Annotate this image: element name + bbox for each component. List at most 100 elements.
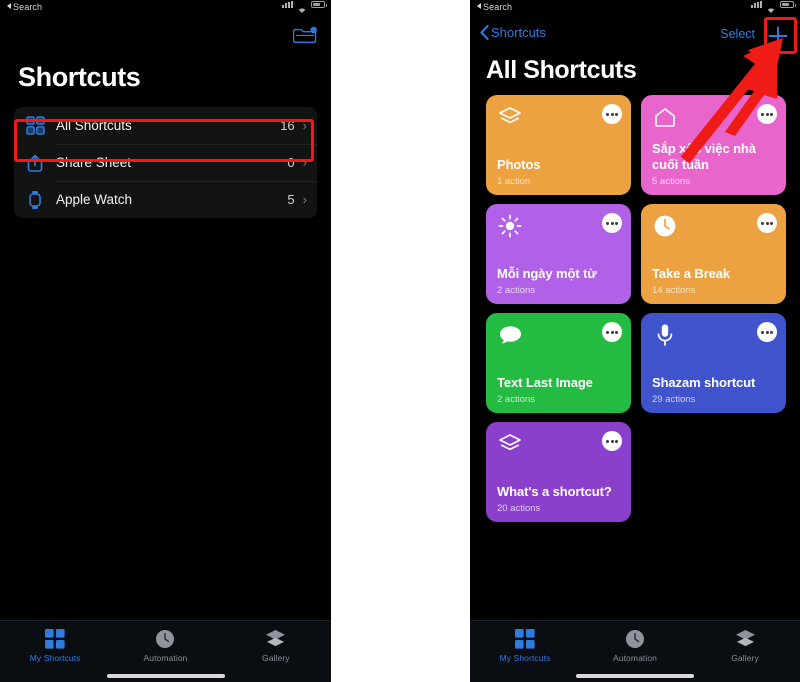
sidebar-item-share-sheet[interactable]: Share Sheet 0 › — [14, 144, 317, 181]
share-sheet-icon — [22, 150, 48, 176]
card-more-button[interactable] — [602, 431, 622, 451]
shortcuts-folder-list: All Shortcuts 16 › Share Sheet 0 › Apple… — [14, 107, 317, 218]
shortcut-card-subtitle: 14 actions — [652, 285, 696, 296]
battery-icon — [780, 1, 796, 8]
status-bar-right: Search — [470, 0, 800, 16]
home-indicator — [106, 674, 225, 678]
microphone-icon — [652, 322, 678, 348]
status-back-label: Search — [13, 2, 43, 12]
signal-icon — [751, 1, 762, 8]
right-page-title: All Shortcuts — [486, 56, 637, 84]
back-triangle-icon — [477, 3, 481, 9]
home-indicator — [576, 674, 694, 678]
shortcut-card-subtitle: 5 actions — [652, 176, 691, 187]
shortcut-card[interactable]: Shazam shortcut 29 actions — [641, 313, 786, 413]
wifi-icon — [298, 1, 306, 13]
status-bar-indicators — [751, 1, 796, 13]
sidebar-item-all-shortcuts[interactable]: All Shortcuts 16 › — [14, 107, 317, 144]
chevron-left-icon — [480, 25, 489, 40]
house-icon — [652, 104, 678, 130]
tab-label: Automation — [143, 653, 188, 663]
sidebar-item-label: Apple Watch — [56, 192, 133, 207]
right-tab-bar: My Shortcuts Automation Gallery — [470, 620, 800, 682]
tab-label: Automation — [613, 653, 657, 663]
card-more-button[interactable] — [602, 322, 622, 342]
sidebar-item-label: All Shortcuts — [56, 118, 132, 133]
layers-icon — [734, 628, 756, 649]
shortcut-card[interactable]: Sắp xếp việc nhà cuối tuần 5 actions — [641, 95, 786, 195]
tab-label: Gallery — [262, 653, 290, 663]
sidebar-item-label: Share Sheet — [56, 155, 132, 170]
card-more-button[interactable] — [757, 213, 777, 233]
card-more-button[interactable] — [602, 104, 622, 124]
grid-squares-icon — [44, 628, 66, 649]
folder-badge-icon[interactable] — [292, 25, 317, 45]
shortcut-card-subtitle: 2 actions — [497, 285, 536, 296]
card-more-button[interactable] — [757, 104, 777, 124]
sidebar-item-count: 0 — [287, 155, 295, 170]
shortcut-card-title: What's a shortcut? — [497, 484, 612, 499]
status-bar-back-to-search[interactable]: Search — [7, 2, 42, 12]
battery-icon — [311, 1, 327, 8]
shortcut-card-subtitle: 2 actions — [497, 394, 536, 405]
tab-automation[interactable]: Automation — [110, 628, 220, 663]
status-bar-back-to-search[interactable]: Search — [477, 2, 512, 12]
shortcut-card-title: Mỗi ngày một từ — [497, 266, 597, 281]
shortcut-card-title: Text Last Image — [497, 375, 593, 390]
right-nav-bar: Shortcuts Select — [470, 16, 800, 54]
shortcut-card-title: Sắp xếp việc nhà cuối tuần — [652, 141, 756, 172]
status-bar-left: Search — [0, 0, 331, 16]
shortcut-card-title: Take a Break — [652, 266, 731, 281]
shortcut-card-subtitle: 29 actions — [652, 394, 696, 405]
chevron-right-icon: › — [302, 155, 307, 170]
shortcut-card-title: Shazam shortcut — [652, 375, 756, 390]
sidebar-item-count: 16 — [280, 118, 295, 133]
tab-gallery[interactable]: Gallery — [690, 628, 800, 663]
tab-my-shortcuts[interactable]: My Shortcuts — [470, 628, 580, 663]
clock-icon — [624, 628, 646, 649]
apple-watch-icon — [22, 187, 48, 213]
grid-squares-icon — [514, 628, 536, 649]
back-button-shortcuts[interactable]: Shortcuts — [480, 25, 546, 40]
shortcut-card[interactable]: Take a Break 14 actions — [641, 204, 786, 304]
add-shortcut-button[interactable] — [764, 22, 792, 50]
sun-icon — [497, 213, 523, 239]
wifi-icon — [767, 1, 775, 13]
shortcut-card[interactable]: Mỗi ngày một từ 2 actions — [486, 204, 631, 304]
layers-icon — [497, 104, 523, 130]
tab-label: My Shortcuts — [29, 653, 81, 663]
tab-automation[interactable]: Automation — [580, 628, 690, 663]
card-more-button[interactable] — [757, 322, 777, 342]
clock-icon — [652, 213, 678, 239]
chevron-right-icon: › — [302, 118, 307, 133]
status-back-label: Search — [483, 2, 513, 12]
shortcuts-grid: Photos 1 action Sắp xếp việc nhà cuối tu… — [470, 85, 800, 522]
shortcut-card-subtitle: 20 actions — [497, 503, 541, 514]
card-more-button[interactable] — [602, 213, 622, 233]
shortcut-card-subtitle: 1 action — [497, 176, 531, 187]
left-page-title: Shortcuts — [18, 62, 141, 92]
layers-icon — [497, 431, 523, 457]
left-phone-screen: Search Shortcuts All Shortcuts 16 › Shar… — [0, 0, 331, 682]
shortcut-card[interactable]: Text Last Image 2 actions — [486, 313, 631, 413]
right-phone-screen: Search Shortcuts Select All Shortcuts Ph… — [470, 0, 800, 682]
left-tab-bar: My Shortcuts Automation Gallery — [0, 620, 331, 682]
tab-my-shortcuts[interactable]: My Shortcuts — [0, 628, 110, 663]
back-triangle-icon — [7, 3, 11, 9]
select-button[interactable]: Select — [720, 27, 755, 41]
sidebar-item-count: 5 — [287, 192, 295, 207]
shortcut-card[interactable]: What's a shortcut? 20 actions — [486, 422, 631, 522]
chevron-right-icon: › — [302, 192, 307, 207]
status-bar-indicators — [282, 1, 327, 13]
tab-label: Gallery — [731, 653, 759, 663]
layers-icon — [265, 628, 287, 649]
shortcut-card[interactable]: Photos 1 action — [486, 95, 631, 195]
sidebar-item-apple-watch[interactable]: Apple Watch 5 › — [14, 181, 317, 218]
clock-icon — [154, 628, 176, 649]
signal-icon — [282, 1, 293, 8]
plus-icon — [768, 26, 788, 46]
message-bubble-icon — [497, 322, 523, 348]
screenshot-root: Search Shortcuts All Shortcuts 16 › Shar… — [0, 0, 800, 682]
tab-gallery[interactable]: Gallery — [221, 628, 331, 663]
shortcut-card-title: Photos — [497, 157, 541, 172]
